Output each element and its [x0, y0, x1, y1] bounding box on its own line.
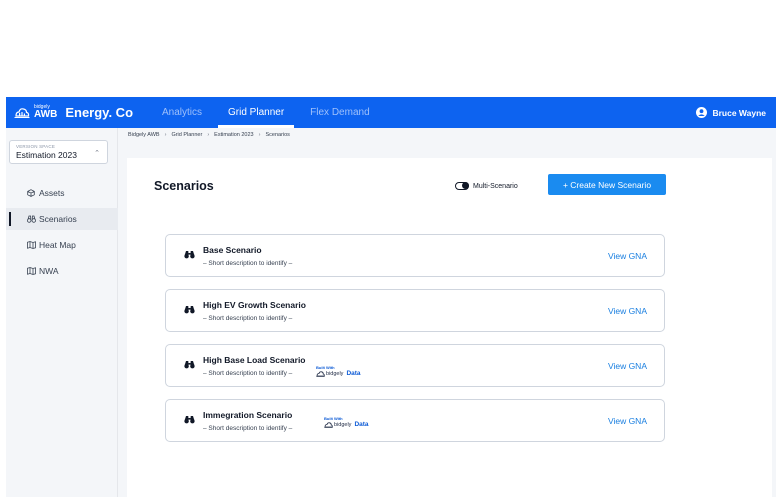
version-space-label: VERSION SPACE — [16, 144, 56, 149]
sidebar-item-nwa[interactable]: NWA — [6, 260, 118, 282]
breadcrumb-item[interactable]: Bidgely AWB — [128, 132, 160, 138]
view-gna-link[interactable]: View GNA — [608, 306, 647, 316]
sidebar-item-assets[interactable]: Assets — [6, 182, 118, 204]
built-with-bidgely-badge: Built With bidgely Data — [316, 366, 361, 378]
scenario-name: Immegration Scenario — [203, 410, 293, 420]
binoculars-icon — [184, 411, 195, 429]
scenario-description: – Short description to identify – — [203, 315, 293, 322]
breadcrumb-item-current: Scenarios — [265, 132, 290, 138]
user-name: Bruce Wayne — [712, 107, 766, 118]
cube-icon — [26, 189, 36, 197]
breadcrumb: Bidgely AWB › Grid Planner › Estimation … — [128, 132, 290, 138]
chevron-updown-icon: ⌃ — [94, 150, 100, 157]
bidgely-logo-icon — [316, 371, 325, 378]
map-icon — [26, 241, 36, 249]
sidebar: VERSION SPACE Estimation 2023 ⌃ Assets S… — [6, 128, 118, 497]
scenario-name: High Base Load Scenario — [203, 355, 306, 365]
brand-name: Energy. Co — [65, 105, 134, 120]
user-menu[interactable]: Bruce Wayne — [696, 107, 766, 118]
scenario-name: High EV Growth Scenario — [203, 300, 306, 310]
tab-analytics[interactable]: Analytics — [152, 97, 212, 128]
chevron-right-icon: › — [207, 132, 210, 138]
sidebar-item-label: Assets — [39, 188, 65, 198]
version-space-select[interactable]: VERSION SPACE Estimation 2023 ⌃ — [9, 140, 108, 164]
binoculars-icon — [184, 301, 195, 319]
top-bar: bidgely AWB Energy. Co Analytics Grid Pl… — [6, 97, 776, 128]
sidebar-item-label: Scenarios — [39, 214, 77, 224]
view-gna-link[interactable]: View GNA — [608, 251, 647, 261]
tab-flex-demand[interactable]: Flex Demand — [300, 97, 379, 128]
bidgely-logo-icon — [14, 107, 30, 119]
built-with-brand: bidgely — [334, 421, 352, 428]
breadcrumb-item[interactable]: Estimation 2023 — [214, 132, 253, 138]
built-with-bidgely-badge: Built With bidgely Data — [324, 417, 369, 429]
chevron-right-icon: › — [164, 132, 167, 138]
binoculars-icon — [184, 356, 195, 374]
brand[interactable]: bidgely AWB Energy. Co — [14, 105, 133, 120]
main-nav: Analytics Grid Planner Flex Demand — [152, 97, 386, 128]
scenario-card[interactable]: Base Scenario – Short description to ide… — [165, 234, 665, 277]
scenario-card[interactable]: High Base Load Scenario – Short descript… — [165, 344, 665, 387]
user-avatar-icon — [696, 107, 708, 118]
view-gna-link[interactable]: View GNA — [608, 416, 647, 426]
binoculars-icon — [26, 215, 36, 223]
scenario-name: Base Scenario — [203, 245, 262, 255]
built-with-suffix: Data — [354, 421, 369, 428]
toggle-switch-icon — [455, 182, 469, 190]
scenarios-panel: Scenarios Multi-Scenario + Create New Sc… — [127, 158, 772, 497]
sidebar-item-scenarios[interactable]: Scenarios — [6, 208, 118, 230]
multi-scenario-toggle[interactable]: Multi-Scenario — [455, 182, 518, 190]
sidebar-item-label: Heat Map — [39, 240, 76, 250]
built-with-suffix: Data — [346, 370, 361, 377]
bidgely-logo-icon — [324, 422, 333, 429]
map-icon — [26, 267, 36, 275]
app-window: bidgely AWB Energy. Co Analytics Grid Pl… — [6, 97, 776, 497]
version-space-value: Estimation 2023 — [16, 150, 77, 160]
built-with-brand: bidgely — [326, 370, 344, 377]
tab-grid-planner[interactable]: Grid Planner — [218, 97, 295, 128]
product-logo: bidgely AWB — [34, 105, 57, 120]
view-gna-link[interactable]: View GNA — [608, 361, 647, 371]
scenario-card[interactable]: Immegration Scenario – Short description… — [165, 399, 665, 442]
scenario-description: – Short description to identify – — [203, 260, 293, 267]
logo-product-text: AWB — [34, 109, 58, 120]
scenario-card[interactable]: High EV Growth Scenario – Short descript… — [165, 289, 665, 332]
scenario-description: – Short description to identify – — [203, 370, 293, 377]
breadcrumb-item[interactable]: Grid Planner — [171, 132, 202, 138]
binoculars-icon — [184, 246, 195, 264]
scenario-description: – Short description to identify – — [203, 425, 293, 432]
sidebar-item-label: NWA — [39, 266, 59, 276]
page-title: Scenarios — [154, 179, 214, 193]
create-new-scenario-button[interactable]: + Create New Scenario — [548, 174, 666, 195]
sidebar-item-heat-map[interactable]: Heat Map — [6, 234, 118, 256]
toggle-label: Multi-Scenario — [473, 182, 518, 190]
chevron-right-icon: › — [258, 132, 261, 138]
